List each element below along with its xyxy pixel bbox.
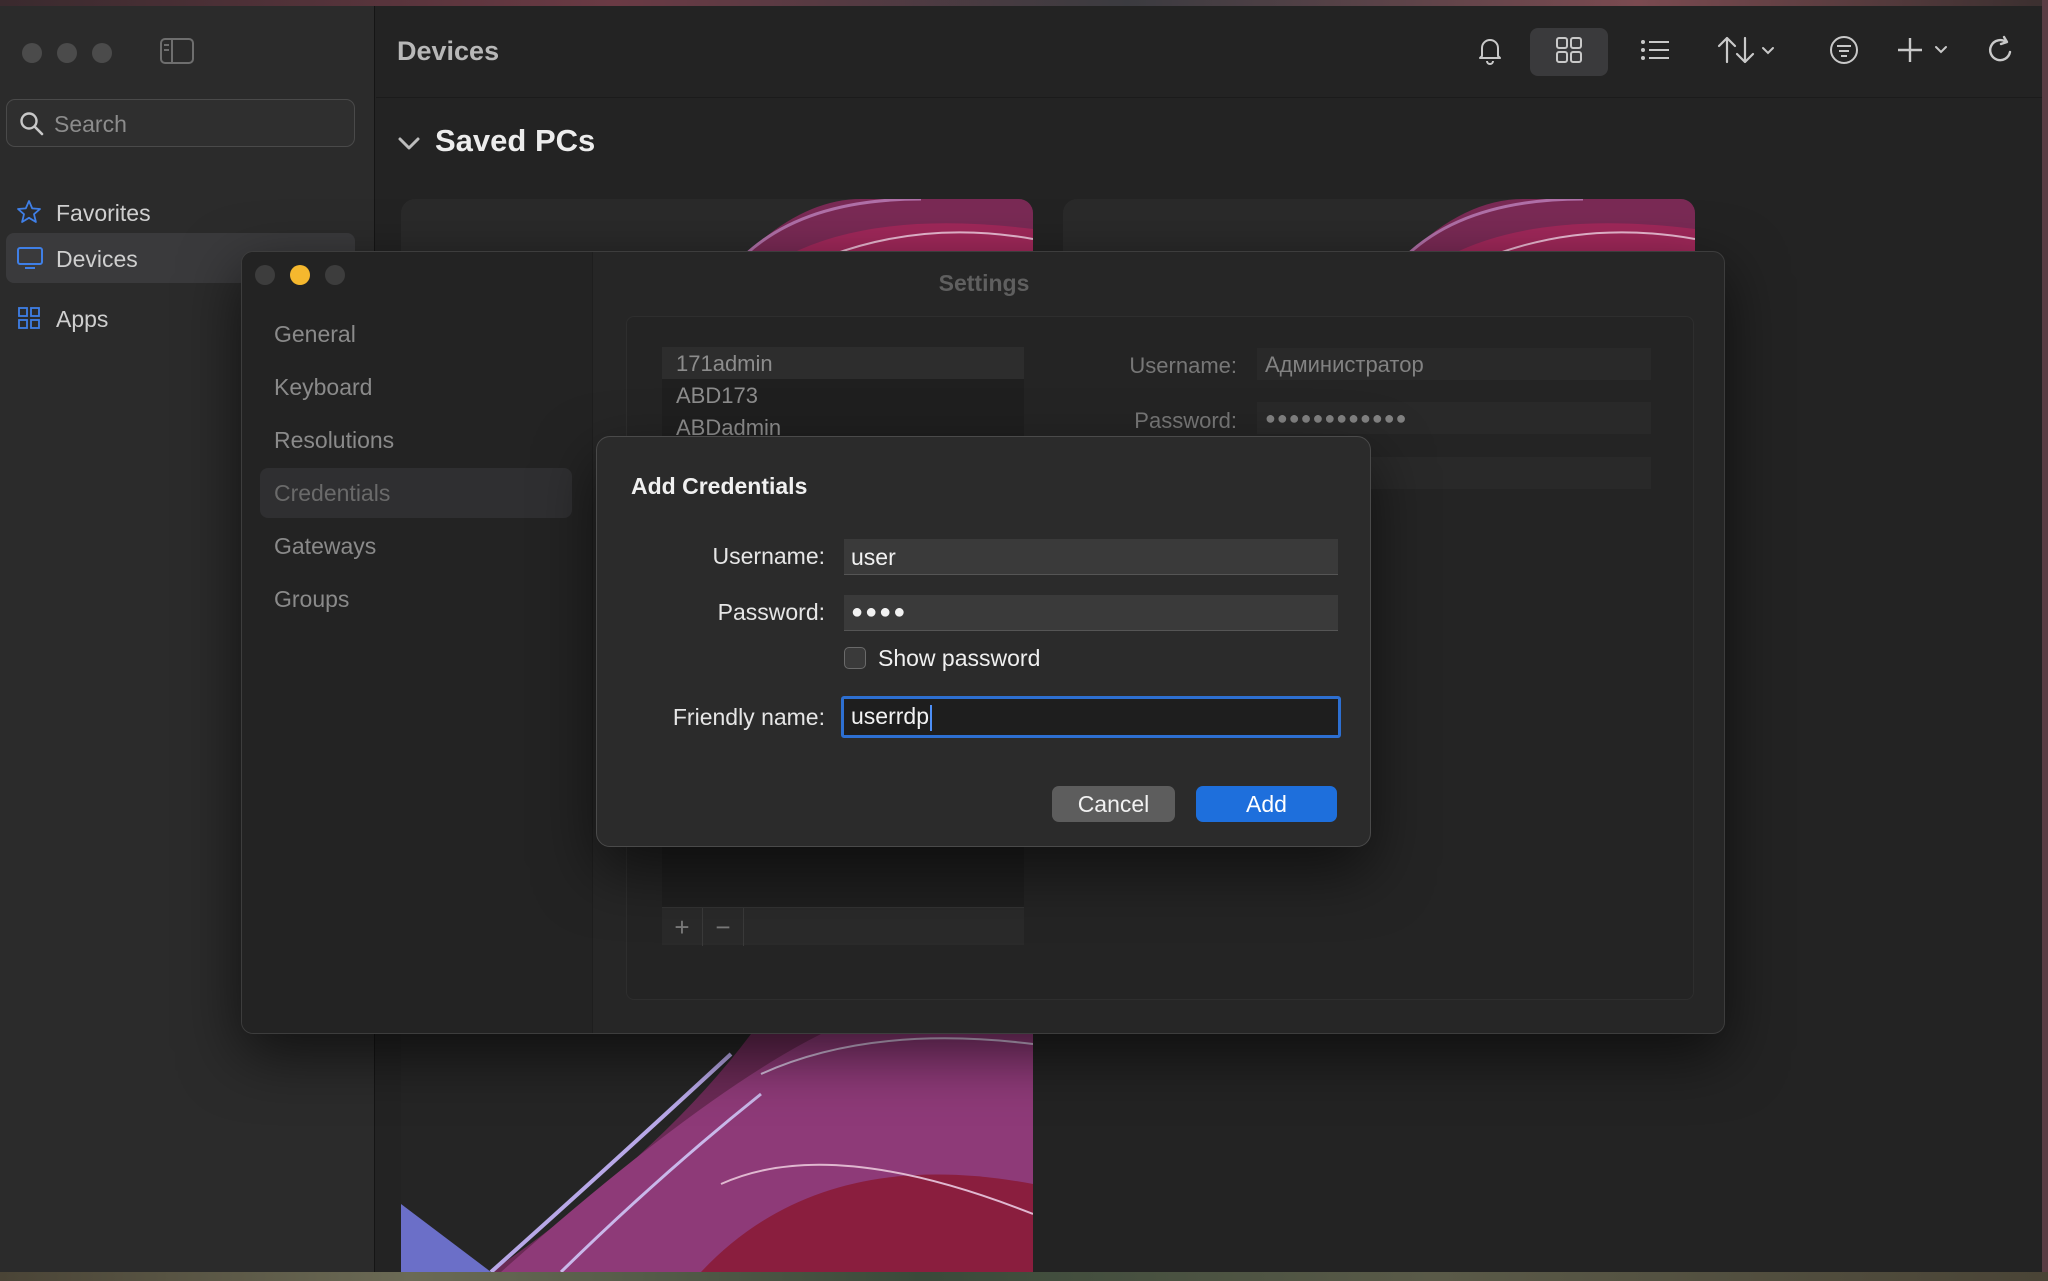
detail-password-field[interactable]: ●●●●●●●●●●●●: [1257, 402, 1651, 434]
detail-username-field[interactable]: Администратор: [1257, 348, 1651, 380]
settings-nav-label: General: [274, 321, 356, 347]
pc-thumbnail[interactable]: [1063, 199, 1695, 259]
sidebar-item-label: Favorites: [56, 200, 151, 226]
settings-title: Settings: [938, 270, 1030, 296]
settings-nav-general[interactable]: General: [260, 309, 572, 359]
grid-view-icon: [1554, 35, 1584, 70]
search-placeholder: Search: [54, 111, 127, 137]
detail-password-label: Password:: [1134, 408, 1237, 433]
settings-nav-credentials[interactable]: Credentials: [260, 468, 572, 518]
show-password-label[interactable]: Show password: [878, 645, 1040, 672]
username-field[interactable]: user: [844, 539, 1338, 575]
detail-username-value: Администратор: [1265, 352, 1424, 377]
search-input[interactable]: Search: [6, 99, 355, 147]
section-title: Saved PCs: [435, 123, 596, 158]
password-field[interactable]: ●●●●: [844, 595, 1338, 631]
list-view-button[interactable]: [1632, 28, 1678, 76]
search-icon: [19, 111, 45, 142]
minus-icon: −: [715, 911, 731, 942]
show-password-checkbox[interactable]: [844, 647, 866, 669]
list-item[interactable]: 171admin: [662, 347, 1024, 379]
star-icon: [16, 199, 42, 230]
list-view-icon: [1639, 35, 1671, 70]
minimize-window-button[interactable]: [57, 43, 77, 63]
add-credentials-dialog: Add Credentials Username: user Password:…: [596, 436, 1371, 847]
sidebar-item-label: Apps: [56, 306, 109, 332]
filter-icon: [1828, 34, 1860, 71]
monitor-icon: [16, 245, 44, 276]
desktop-background-right: [2042, 0, 2048, 1281]
filter-button[interactable]: [1821, 28, 1867, 76]
settings-nav-groups[interactable]: Groups: [260, 574, 572, 624]
chevron-down-icon[interactable]: [397, 134, 421, 159]
refresh-icon: [1986, 34, 2016, 71]
detail-username-label: Username:: [1129, 353, 1237, 378]
zoom-window-button[interactable]: [92, 43, 112, 63]
friendly-name-label: Friendly name:: [672, 704, 825, 730]
wallpaper-image: [401, 199, 1033, 259]
password-label: Password:: [717, 599, 825, 625]
username-value: user: [851, 544, 896, 570]
sidebar-item-label: Devices: [56, 246, 138, 272]
text-caret: [929, 704, 932, 731]
detail-password-value: ●●●●●●●●●●●●: [1265, 408, 1408, 428]
grid-icon: [16, 305, 42, 336]
plus-icon: [1896, 34, 1956, 71]
list-footer: + −: [662, 907, 1024, 946]
password-value: ●●●●: [851, 601, 908, 623]
add-button[interactable]: Add: [1196, 786, 1337, 822]
settings-sidebar: General Keyboard Resolutions Credentials…: [242, 252, 593, 1033]
close-window-button[interactable]: [22, 43, 42, 63]
settings-nav-resolutions[interactable]: Resolutions: [260, 415, 572, 465]
friendly-name-text: userrdp: [851, 703, 932, 731]
wallpaper-image: [401, 1034, 1033, 1272]
list-item-label: 171admin: [676, 351, 773, 376]
list-item-label: ABD173: [676, 383, 758, 408]
dialog-title: Add Credentials: [631, 473, 808, 499]
pc-thumbnail[interactable]: [401, 1034, 1033, 1272]
username-label: Username:: [712, 543, 825, 569]
toolbar-divider: [376, 97, 2042, 98]
sidebar-item-favorites[interactable]: Favorites: [6, 187, 355, 237]
sort-icon: [1716, 34, 1780, 71]
wallpaper-image: [1063, 199, 1695, 259]
desktop-background-bottom: [0, 1272, 2048, 1281]
pc-thumbnail[interactable]: [401, 199, 1033, 259]
add-credential-button[interactable]: +: [662, 908, 703, 946]
refresh-button[interactable]: [1978, 28, 2024, 76]
bell-icon: [1476, 35, 1504, 70]
settings-nav-gateways[interactable]: Gateways: [260, 521, 572, 571]
settings-nav-label: Keyboard: [274, 374, 373, 400]
list-item[interactable]: ABD173: [662, 379, 1024, 411]
friendly-name-value: userrdp: [851, 703, 929, 729]
settings-nav-keyboard[interactable]: Keyboard: [260, 362, 572, 412]
sort-button[interactable]: [1711, 28, 1785, 76]
notifications-button[interactable]: [1467, 28, 1513, 76]
sidebar-toggle-icon[interactable]: [159, 36, 195, 66]
settings-nav-label: Gateways: [274, 533, 377, 559]
add-button[interactable]: [1892, 28, 1960, 76]
plus-icon: +: [674, 911, 690, 942]
settings-nav-label: Resolutions: [274, 427, 395, 453]
friendly-name-field[interactable]: userrdp: [841, 696, 1341, 738]
cancel-button[interactable]: Cancel: [1052, 786, 1175, 822]
settings-nav-label: Groups: [274, 586, 350, 612]
grid-view-button[interactable]: [1530, 28, 1608, 76]
remove-credential-button[interactable]: −: [703, 908, 744, 946]
window-title: Devices: [397, 36, 500, 66]
settings-nav-label: Credentials: [274, 480, 391, 506]
